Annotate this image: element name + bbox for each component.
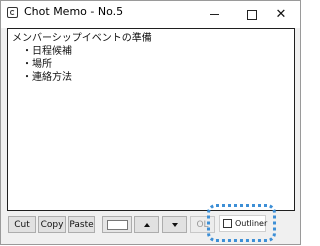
outliner-label: Outliner (235, 219, 268, 228)
copy-button[interactable]: Copy (38, 216, 66, 233)
close-button[interactable]: ✕ (262, 1, 300, 28)
minimize-icon (209, 14, 219, 15)
move-up-button[interactable] (134, 216, 159, 233)
maximize-icon (247, 9, 257, 20)
memo-line: ・連絡方法 (12, 72, 72, 83)
cut-button[interactable]: Cut (8, 216, 36, 233)
color-button[interactable] (102, 216, 132, 233)
minimize-button[interactable] (195, 1, 233, 28)
memo-line: ・日程候補 (12, 46, 72, 57)
memo-window: Chot Memo - No.5 ✕ メンバーシップイベントの準備 ・日程候補 … (0, 0, 301, 245)
arrow-down-icon (171, 222, 178, 227)
memo-line: メンバーシップイベントの準備 (12, 33, 152, 44)
window-title: Chot Memo - No.5 (24, 5, 124, 18)
title-bar[interactable]: Chot Memo - No.5 ✕ (1, 1, 300, 28)
memo-text-area[interactable]: メンバーシップイベントの準備 ・日程候補 ・場所 ・連絡方法 (7, 28, 295, 211)
memo-line: ・場所 (12, 59, 52, 70)
color-swatch-icon (106, 219, 128, 230)
paste-button[interactable]: Paste (68, 216, 95, 233)
checkbox-icon (223, 219, 232, 228)
app-icon (7, 7, 18, 18)
arrow-up-icon (143, 222, 150, 227)
move-down-button[interactable] (162, 216, 187, 233)
close-icon: ✕ (275, 7, 287, 22)
outliner-checkbox[interactable]: Outliner (219, 215, 268, 232)
ol-button[interactable]: OL (190, 216, 215, 233)
